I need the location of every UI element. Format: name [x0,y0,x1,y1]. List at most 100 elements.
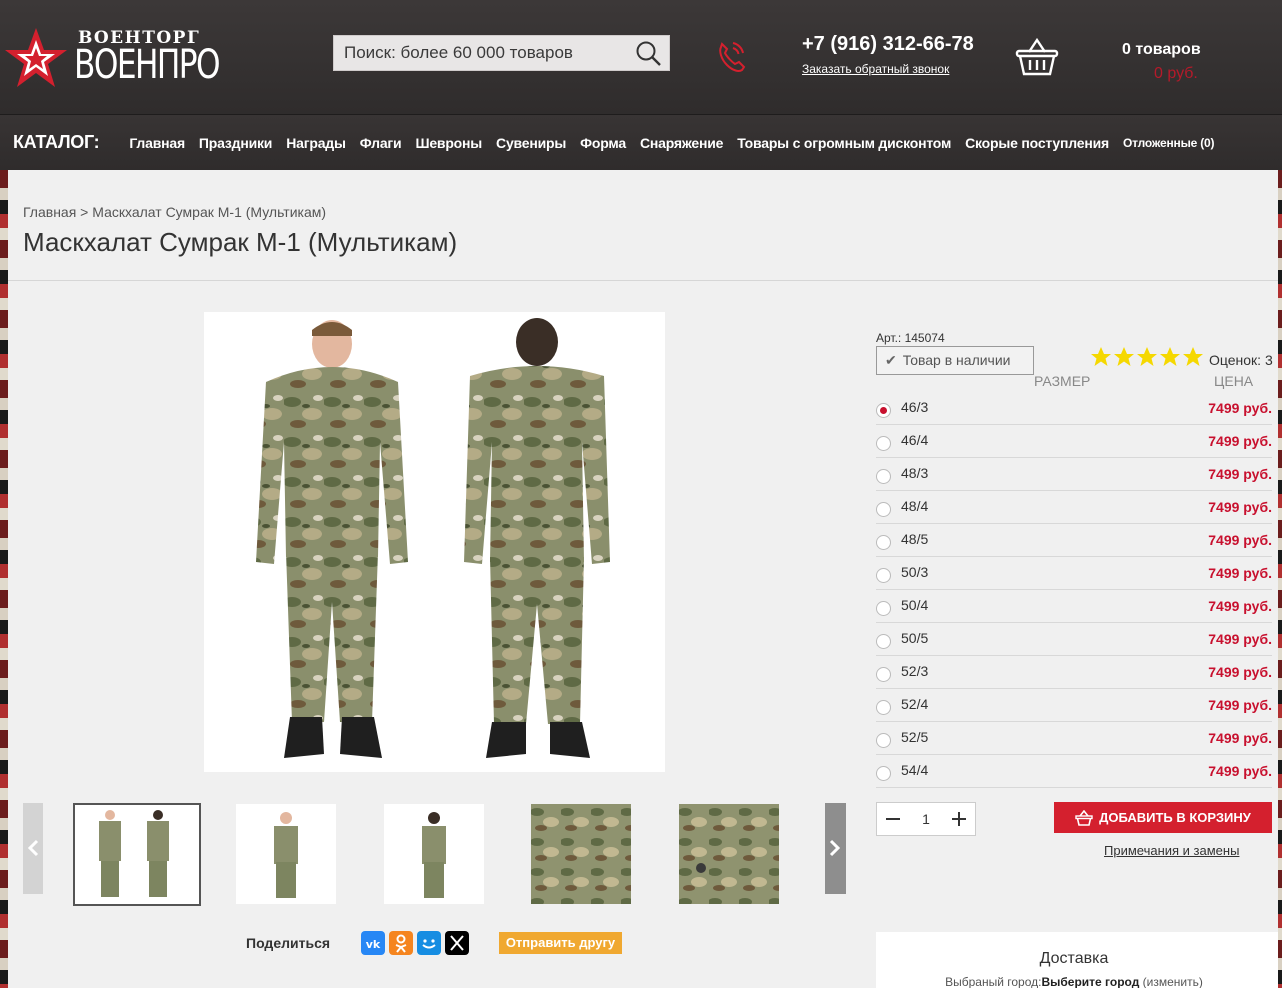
size-option[interactable]: 50/4 7499 руб. [876,590,1272,623]
nav-item-equipment[interactable]: Снаряжение [640,135,723,151]
product-main-image[interactable] [204,312,665,772]
size-radio[interactable] [876,766,891,781]
size-radio[interactable] [876,469,891,484]
basket-icon[interactable] [1015,36,1059,78]
moimir-icon[interactable] [417,931,441,955]
cart-sum: 0 руб. [1154,65,1198,82]
change-city-link[interactable]: (изменить) [1139,975,1203,988]
x-icon[interactable] [445,931,469,955]
star-icon[interactable] [1182,346,1204,368]
nav-item-flags[interactable]: Флаги [360,135,402,151]
size-radio[interactable] [876,436,891,451]
size-price: 7499 руб. [1208,532,1272,548]
nav-item-postponed[interactable]: Отложенные (0) [1123,136,1215,150]
size-radio[interactable] [876,535,891,550]
choose-city-link[interactable]: Выберите город [1041,975,1139,988]
size-label: 46/3 [901,399,929,415]
ok-icon[interactable] [389,931,413,955]
size-option[interactable]: 50/5 7499 руб. [876,623,1272,656]
chevron-right-icon [829,839,841,857]
size-radio[interactable] [876,700,891,715]
size-radio[interactable] [876,634,891,649]
quantity-input[interactable] [909,803,943,835]
star-icon[interactable] [1090,346,1112,368]
callback-link[interactable]: Заказать обратный звонок [802,62,949,76]
star-icon[interactable] [1113,346,1135,368]
size-label: 48/4 [901,498,929,514]
minus-icon[interactable] [877,803,909,835]
size-price: 7499 руб. [1208,631,1272,647]
thumbnails-prev-button[interactable] [23,803,43,894]
price-column-header: ЦЕНА [1214,373,1254,389]
site-logo[interactable]: ВОЕНТОРГ ВОЕНПРО [4,26,221,92]
title-divider [8,280,1278,281]
size-option[interactable]: 46/4 7499 руб. [876,425,1272,458]
size-price: 7499 руб. [1208,433,1272,449]
size-radio[interactable] [876,403,891,418]
phone-number[interactable]: +7 (916) 312-66-78 [802,33,974,56]
nav-item-home[interactable]: Главная [129,135,185,151]
cart-count[interactable]: 0 товаров [1122,41,1201,59]
article-number: Арт.: 145074 [876,331,945,345]
size-radio[interactable] [876,502,891,517]
delivery-title: Доставка [1039,950,1109,967]
size-price: 7499 руб. [1208,565,1272,581]
size-option[interactable]: 46/3 7499 руб. [876,392,1272,425]
size-option[interactable]: 48/3 7499 руб. [876,458,1272,491]
size-radio[interactable] [876,601,891,616]
nav-item-discount[interactable]: Товары с огромным дисконтом [737,135,951,151]
size-option[interactable]: 54/4 7499 руб. [876,755,1272,788]
thumbnail-1[interactable] [73,803,201,906]
thumbnail-4[interactable] [531,804,631,904]
size-label: 52/4 [901,696,929,712]
side-decoration-left [0,170,8,988]
nav-item-awards[interactable]: Награды [286,135,346,151]
size-label: 50/3 [901,564,929,580]
search-icon[interactable] [635,40,663,68]
search-input[interactable] [334,36,629,70]
size-label: 48/5 [901,531,929,547]
nav-item-holidays[interactable]: Праздники [199,135,272,151]
notes-link[interactable]: Примечания и замены [1104,843,1239,858]
size-option[interactable]: 48/4 7499 руб. [876,491,1272,524]
size-price: 7499 руб. [1208,664,1272,680]
breadcrumb-home[interactable]: Главная [23,204,76,220]
nav-item-patches[interactable]: Шевроны [415,135,482,151]
thumbnail-5[interactable] [679,804,779,904]
phone-ringing-icon[interactable] [713,37,749,75]
star-icon[interactable] [1159,346,1181,368]
side-decoration-right [1278,170,1282,988]
thumbnail-2[interactable] [236,804,336,904]
plus-icon[interactable] [943,803,975,835]
logo-text-main: ВОЕНПРО [74,42,221,88]
size-option[interactable]: 52/3 7499 руб. [876,656,1272,689]
size-option[interactable]: 50/3 7499 руб. [876,557,1272,590]
star-icon[interactable] [1136,346,1158,368]
size-price: 7499 руб. [1208,499,1272,515]
size-label: 48/3 [901,465,929,481]
add-to-cart-button[interactable]: ДОБАВИТЬ В КОРЗИНУ [1054,802,1272,833]
thumbnail-3[interactable] [384,804,484,904]
vk-icon[interactable]: vk [361,931,385,955]
thumbnail-photo [679,804,779,904]
nav-item-coming-soon[interactable]: Скорые поступления [965,135,1109,151]
size-label: 52/5 [901,729,929,745]
size-radio[interactable] [876,667,891,682]
size-option[interactable]: 48/5 7499 руб. [876,524,1272,557]
nav-item-souvenirs[interactable]: Сувениры [496,135,566,151]
product-photo [256,318,610,758]
size-radio[interactable] [876,733,891,748]
nav-item-uniform[interactable]: Форма [580,135,626,151]
size-option[interactable]: 52/4 7499 руб. [876,689,1272,722]
thumbnail-photo [236,804,336,904]
size-price: 7499 руб. [1208,730,1272,746]
rating-stars[interactable] [1090,346,1205,368]
thumbnails-next-button[interactable] [825,803,846,894]
page-title: Маскхалат Сумрак М-1 (Мультикам) [23,227,458,257]
size-radio[interactable] [876,568,891,583]
size-price: 7499 руб. [1208,400,1272,416]
send-to-friend-button[interactable]: Отправить другу [499,932,622,954]
search-box [333,35,670,71]
size-option[interactable]: 52/5 7499 руб. [876,722,1272,755]
delivery-city: Выбраный город:Выберите город (изменить) [876,975,1272,988]
